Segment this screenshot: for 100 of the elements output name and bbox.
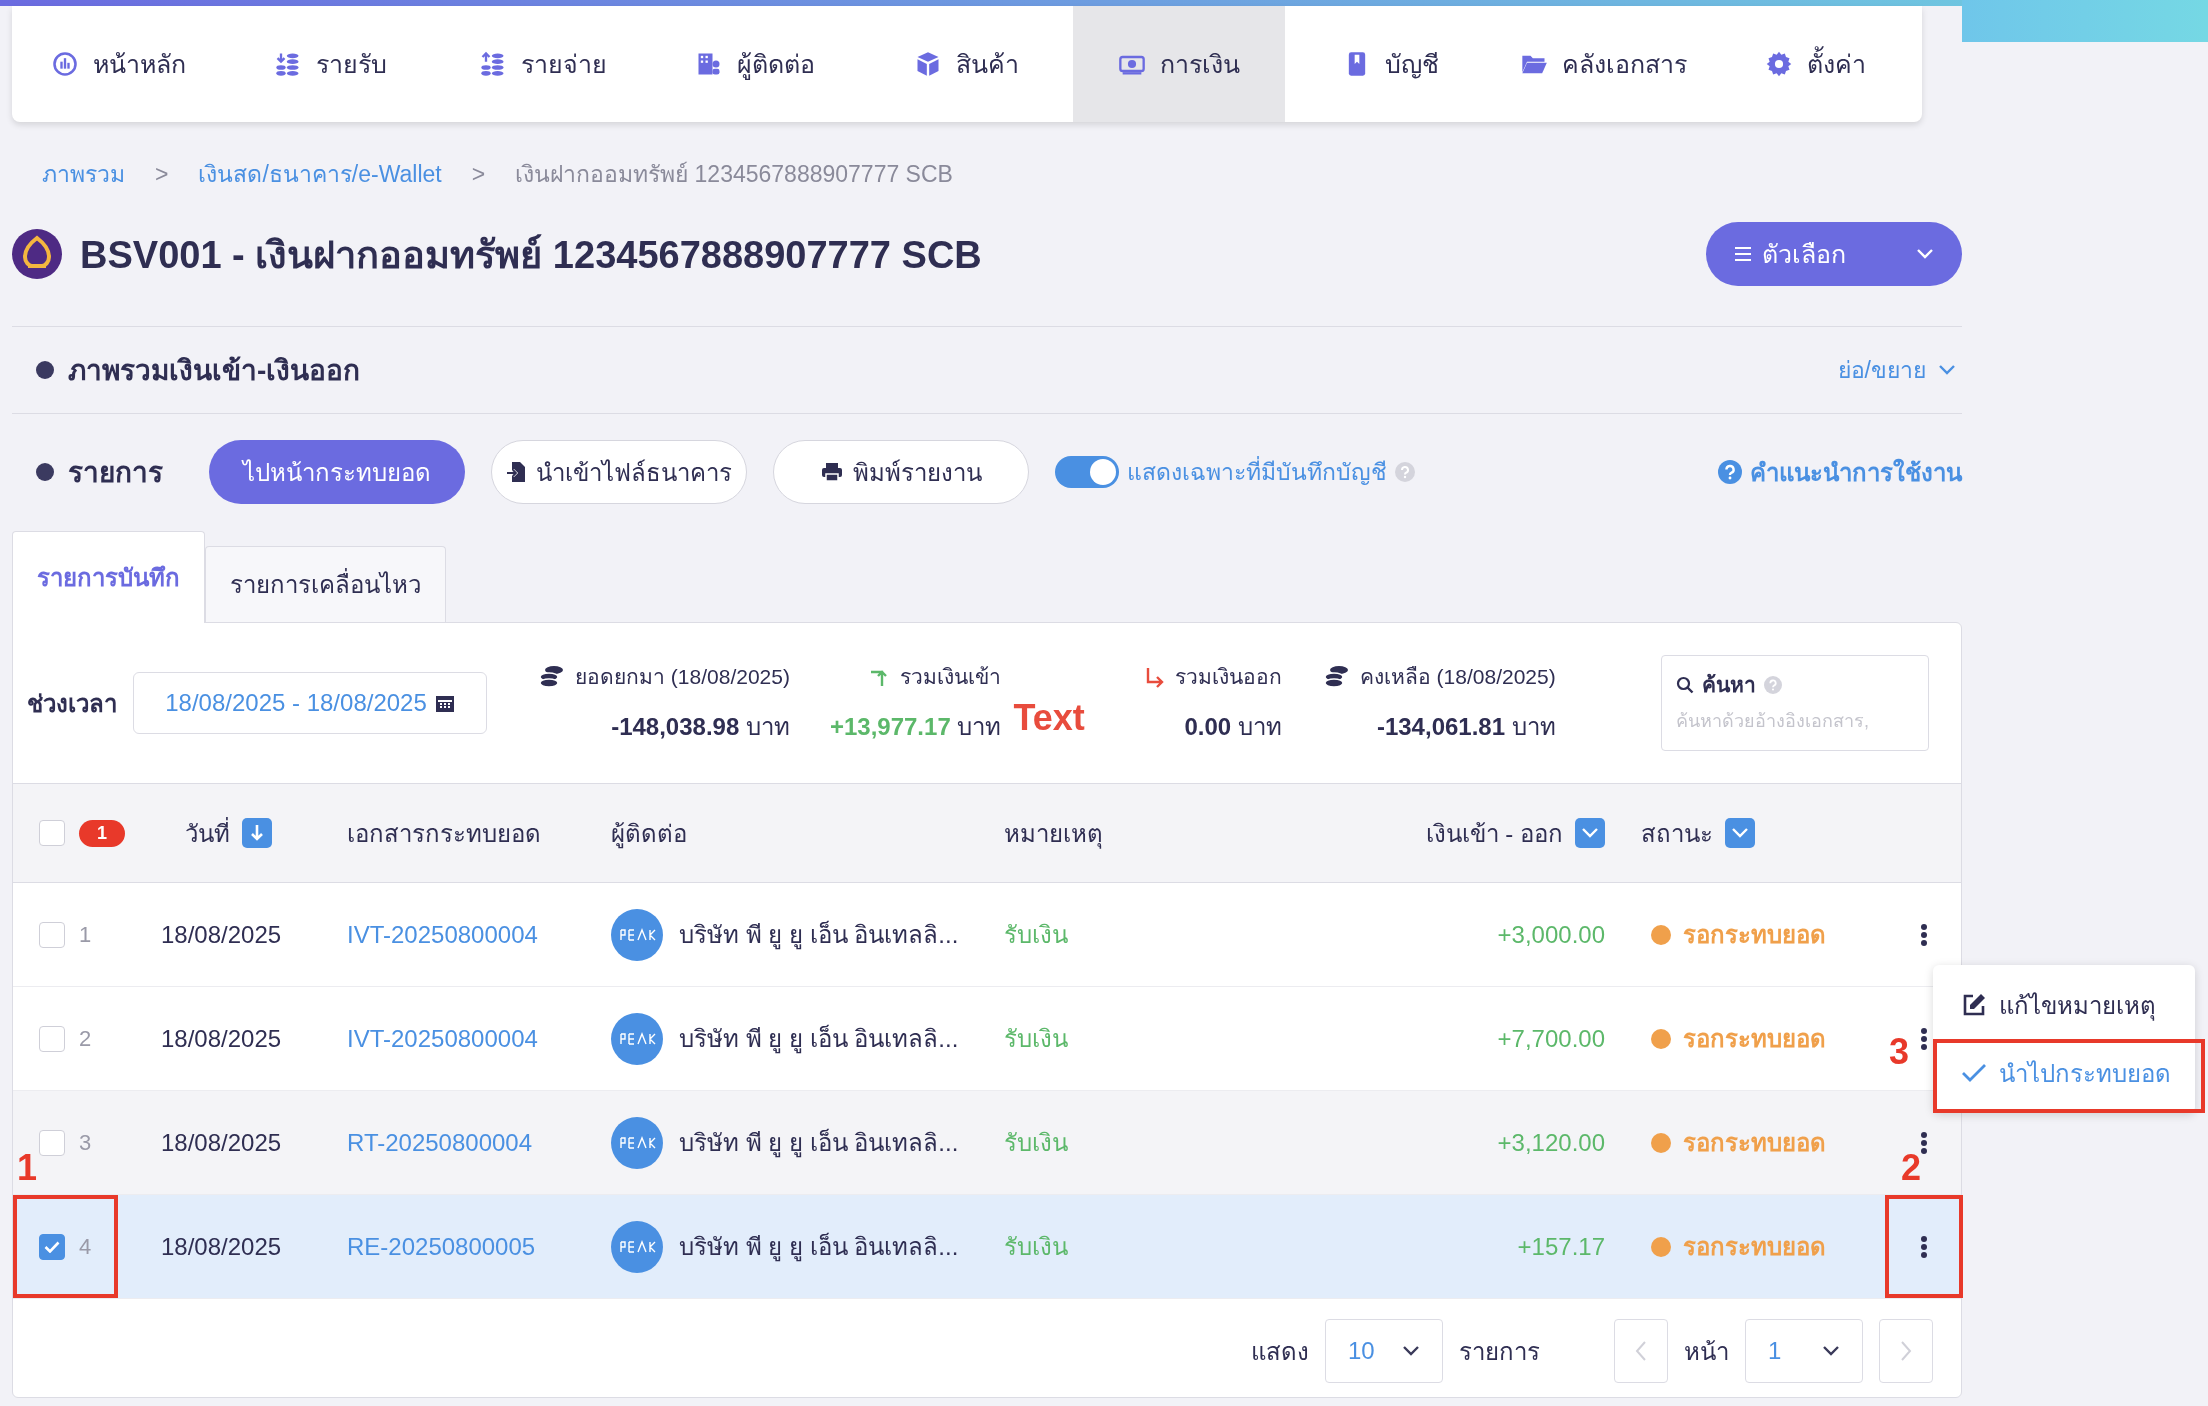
breadcrumb-current: เงินฝากออมทรัพย์ 1234567888907777 SCB — [515, 160, 953, 189]
select-all-checkbox[interactable] — [39, 820, 65, 846]
contact-cell-text: บริษัท พี ยู ยู เอ็น อินเทลลิ... — [679, 919, 959, 952]
date-range-field[interactable]: 18/08/2025 - 18/08/2025 — [133, 672, 487, 734]
document-link[interactable]: RE-20250800005 — [347, 1232, 536, 1261]
date-cell: 18/08/2025 — [161, 1024, 282, 1053]
row-number: 4 — [79, 1233, 92, 1260]
help-icon — [1395, 462, 1415, 482]
breadcrumb-separator: > — [155, 160, 169, 188]
check-icon — [44, 1240, 60, 1253]
document-link[interactable]: IVT-20250800004 — [347, 920, 538, 949]
nav-tab[interactable]: บัญชี — [1285, 6, 1498, 122]
dashboard-icon — [50, 50, 79, 78]
sort-button[interactable] — [242, 818, 272, 848]
chevron-down-icon — [1731, 827, 1749, 839]
nav-tab[interactable]: หน้าหลัก — [12, 6, 225, 122]
avatar-logo-icon — [611, 1012, 663, 1065]
date-cell: 18/08/2025 — [161, 1128, 282, 1157]
tab[interactable]: รายการบันทึก — [12, 531, 205, 623]
note-cell-text: รับเงิน — [1004, 920, 1068, 950]
bank-logo-icon — [12, 229, 62, 279]
row-number: 3 — [79, 1129, 92, 1156]
nav-tab[interactable]: การเงิน — [1073, 6, 1286, 122]
bullet-dot — [36, 463, 54, 481]
column-header: สถานะ — [1641, 818, 1713, 849]
filter-button[interactable] — [1575, 818, 1605, 848]
document-link[interactable]: RT-20250800004 — [347, 1128, 533, 1157]
summary-label: รวมเงินเข้า — [900, 664, 1002, 690]
nav-tab[interactable]: รายจ่าย — [436, 6, 649, 122]
section-title: รายการ — [68, 456, 163, 490]
breadcrumb-link[interactable]: ภาพรวม — [42, 156, 125, 192]
nav-tab[interactable]: คลังเอกสาร — [1497, 6, 1710, 122]
filter-button[interactable] — [1725, 818, 1755, 848]
collapse-toggle[interactable]: ย่อ/ขยาย — [1831, 351, 1962, 389]
row-checkbox[interactable] — [39, 1233, 65, 1260]
amount-cell: +3,120.00 — [1497, 1128, 1605, 1157]
more-icon[interactable] — [1920, 1026, 1928, 1051]
status-label: รอกระทบยอด — [1683, 1128, 1826, 1158]
breadcrumb-link[interactable]: เงินสด/ธนาคาร/e-Wallet — [198, 156, 442, 192]
summary-value: -148,038.98 บาท — [611, 712, 790, 742]
document-link[interactable]: IVT-20250800004 — [347, 1024, 538, 1053]
coins-icon — [537, 664, 565, 689]
more-icon[interactable] — [1920, 1234, 1928, 1259]
selected-count-badge: 1 — [79, 819, 125, 847]
column-header: เอกสารกระทบยอด — [347, 818, 541, 849]
summary-value: +13,977.17 บาท — [829, 712, 1002, 742]
status-label: รอกระทบยอด — [1683, 1024, 1826, 1054]
status-label: รอกระทบยอด — [1683, 1232, 1826, 1262]
page-label: หน้า — [1684, 1336, 1729, 1367]
menu-item[interactable]: แก้ไขหมายเหตุ — [1933, 971, 2195, 1039]
switch-label: แสดงเฉพาะที่มีบันทึกบัญชี — [1127, 454, 1387, 490]
row-number: 1 — [79, 921, 92, 948]
rows-label: รายการ — [1459, 1336, 1540, 1367]
more-icon[interactable] — [1920, 1130, 1928, 1155]
toggle-switch[interactable] — [1055, 456, 1119, 488]
chevron-right-icon — [1900, 1340, 1912, 1362]
options-button[interactable]: ตัวเลือก — [1706, 222, 1962, 286]
import-button[interactable]: นำเข้าไฟล์ธนาคาร — [491, 440, 747, 504]
row-checkbox[interactable] — [39, 1025, 65, 1052]
chevron-down-icon — [1402, 1345, 1420, 1357]
note-cell-text: รับเงิน — [1004, 1024, 1068, 1054]
row-number: 2 — [79, 1025, 92, 1052]
more-icon[interactable] — [1920, 922, 1928, 947]
menu-icon — [1734, 246, 1752, 262]
summary-label: ยอดยกมา (18/08/2025) — [575, 664, 790, 690]
nav-tab[interactable]: รายรับ — [224, 6, 437, 122]
nav-tab[interactable]: สินค้า — [860, 6, 1074, 122]
status-label: รอกระทบยอด — [1683, 920, 1826, 950]
page-size-select[interactable]: 10 — [1325, 1319, 1443, 1383]
contact-cell-text: บริษัท พี ยู ยู เอ็น อินเทลลิ... — [679, 1023, 959, 1056]
page-select[interactable]: 1 — [1745, 1319, 1863, 1383]
print-button[interactable]: พิมพ์รายงาน — [773, 440, 1029, 504]
row-checkbox[interactable] — [39, 1129, 65, 1156]
summary-label: คงเหลือ (18/08/2025) — [1359, 664, 1556, 690]
contact-cell-text: บริษัท พี ยู ยู เอ็น อินเทลลิ... — [679, 1231, 959, 1264]
breadcrumb-separator: > — [471, 160, 486, 188]
column-header: วันที่ — [185, 816, 230, 849]
annotation-text: Text — [1013, 697, 1085, 739]
chevron-down-icon — [1938, 364, 1956, 376]
summary-value: 0.00 บาท — [1184, 712, 1282, 742]
tab[interactable]: รายการเคลื่อนไหว — [205, 546, 446, 622]
bullet-dot — [36, 361, 54, 379]
avatar-logo-icon — [611, 1220, 663, 1273]
check-icon — [1961, 1063, 1987, 1083]
menu-item[interactable]: นำไปกระทบยอด — [1933, 1039, 2195, 1107]
summary-value: -134,061.81 บาท — [1376, 712, 1556, 742]
period-label: ช่วงเวลา — [27, 688, 117, 719]
search-label: ค้นหา — [1702, 672, 1756, 698]
note-cell-text: รับเงิน — [1004, 1232, 1068, 1262]
nav-tab[interactable]: ผู้ติดต่อ — [648, 6, 861, 122]
chevron-left-icon — [1635, 1340, 1647, 1362]
section-title: ภาพรวมเงินเข้า-เงินออก — [68, 354, 361, 388]
reconcile-button[interactable]: ไปหน้ากระทบยอด — [209, 440, 465, 504]
page-size-label: แสดง — [1251, 1336, 1309, 1367]
row-checkbox[interactable] — [39, 921, 65, 948]
note-cell-text: รับเงิน — [1004, 1128, 1068, 1158]
nav-tab[interactable]: ตั้งค่า — [1709, 6, 1922, 122]
printer-icon — [820, 462, 843, 482]
help-link[interactable]: คำแนะนำการใช้งาน — [1718, 452, 1962, 492]
search-icon — [1676, 675, 1694, 694]
